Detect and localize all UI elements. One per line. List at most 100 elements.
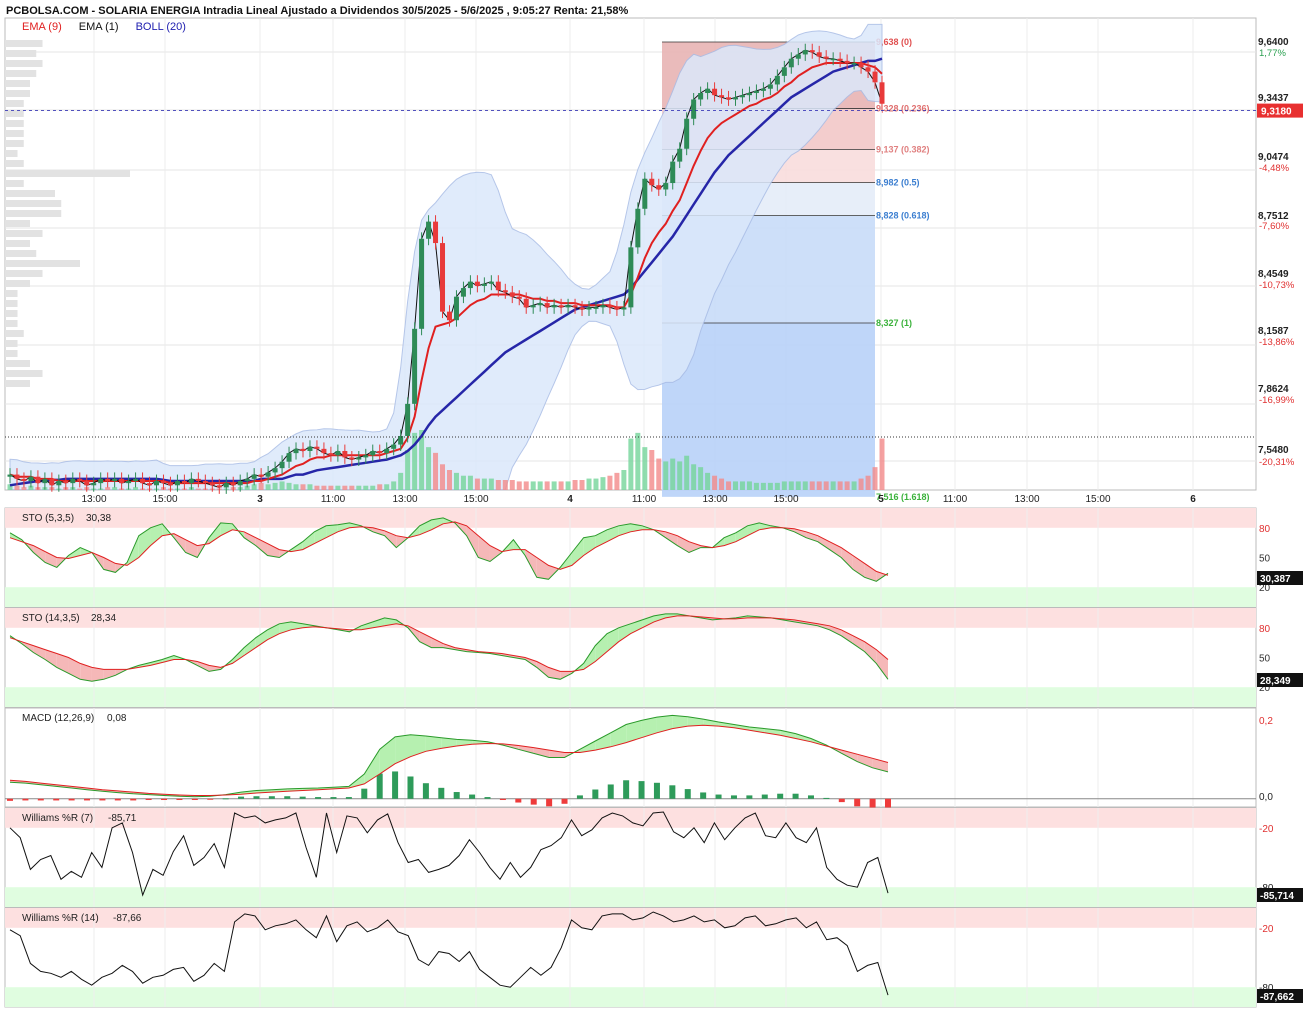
volume-bar xyxy=(440,464,446,490)
candle-body xyxy=(558,305,564,308)
volume-bar xyxy=(746,481,752,490)
macd-histogram-bar xyxy=(700,792,707,799)
chart-title: PCBOLSA.COM - SOLARIA ENERGIA Intradia L… xyxy=(6,5,629,17)
candle-body xyxy=(63,480,69,484)
candle-body xyxy=(467,281,473,289)
candle-body xyxy=(691,99,697,119)
candle-body xyxy=(112,478,118,481)
price-tick-label: 8,4549 xyxy=(1258,269,1289,280)
volume-bar xyxy=(558,481,564,490)
volume-bar xyxy=(712,475,718,490)
macd-histogram-bar xyxy=(469,794,476,799)
macd-histogram-bar xyxy=(37,798,44,801)
volume-profile-bar xyxy=(5,200,62,207)
candle-body xyxy=(21,478,27,481)
candle-body xyxy=(133,478,139,481)
macd-histogram-bar xyxy=(84,798,91,801)
volume-bar xyxy=(307,484,313,490)
time-tick-label: 11:00 xyxy=(943,494,968,505)
macd-histogram-bar xyxy=(238,796,245,799)
candle-body xyxy=(77,478,83,481)
volume-bar xyxy=(488,478,494,490)
macd-histogram-bar xyxy=(653,782,660,799)
candle-body xyxy=(453,296,459,321)
candle-body xyxy=(7,474,13,477)
candle-body xyxy=(781,67,787,76)
candle-body xyxy=(286,453,292,462)
macd-histogram-bar xyxy=(330,797,337,799)
candle-body xyxy=(293,448,299,454)
oversold-zone xyxy=(5,887,1256,907)
macd-histogram-bar xyxy=(823,797,830,799)
macd-histogram-bar xyxy=(422,783,429,799)
volume-bar xyxy=(809,481,815,490)
volume-bar xyxy=(314,485,320,490)
volume-bar xyxy=(670,458,676,490)
candle-body xyxy=(649,178,655,186)
volume-bar xyxy=(426,447,432,490)
volume-bar xyxy=(649,450,655,490)
candle-body xyxy=(202,480,208,484)
candle-body xyxy=(28,476,34,481)
candle-body xyxy=(628,247,634,308)
candle-body xyxy=(684,118,690,149)
volume-bar xyxy=(530,481,536,490)
price-tick-label: 9,6400 xyxy=(1258,37,1289,48)
volume-bar xyxy=(879,438,885,490)
volume-profile-bar xyxy=(5,330,24,337)
volume-bar xyxy=(600,477,606,490)
candle-body xyxy=(586,307,592,310)
macd-histogram-bar xyxy=(761,794,768,799)
oversold-zone xyxy=(5,687,1256,707)
candle-body xyxy=(733,97,739,100)
time-tick-label: 15:00 xyxy=(773,494,798,505)
volume-bar xyxy=(349,485,355,490)
volume-bar xyxy=(495,480,501,490)
candle-body xyxy=(265,472,271,477)
candle-body xyxy=(802,50,808,55)
volume-bar xyxy=(516,481,522,490)
candle-body xyxy=(635,208,641,248)
time-tick-label: 13:00 xyxy=(392,494,417,505)
candle-body xyxy=(440,243,446,312)
volume-bar xyxy=(614,472,620,490)
macd-histogram-bar xyxy=(515,798,522,803)
volume-profile-bar xyxy=(5,70,37,77)
candle-body xyxy=(795,54,801,59)
volume-profile-bar xyxy=(5,100,24,107)
time-tick-label: 11:00 xyxy=(321,494,346,505)
panel-tick: 80 xyxy=(1259,624,1271,635)
panel-title: Williams %R (7) xyxy=(22,813,93,824)
candle-body xyxy=(746,93,752,96)
macd-histogram-bar xyxy=(730,795,737,799)
candle-body xyxy=(523,298,529,308)
candle-body xyxy=(251,474,257,479)
volume-bar xyxy=(453,472,459,490)
volume-bar xyxy=(363,485,369,490)
macd-histogram-bar xyxy=(315,797,322,799)
macd-histogram-bar xyxy=(838,798,845,803)
volume-bar xyxy=(481,478,487,490)
panel-value: -85,71 xyxy=(108,813,137,824)
volume-bar xyxy=(621,470,627,490)
price-tick-label: 7,8624 xyxy=(1258,384,1289,395)
volume-bar xyxy=(321,485,327,490)
panel-title: STO (5,3,5) xyxy=(22,513,74,524)
candle-body xyxy=(279,461,285,469)
candle-body xyxy=(147,483,153,486)
volume-bar xyxy=(195,488,201,490)
macd-histogram-bar xyxy=(638,781,645,799)
candle-body xyxy=(670,161,676,184)
candle-body xyxy=(216,485,222,488)
macd-histogram-bar xyxy=(499,798,506,801)
volume-profile-bar xyxy=(5,360,30,367)
candle-body xyxy=(370,450,376,456)
panel-value: 30,38 xyxy=(86,513,111,524)
volume-profile-bar xyxy=(5,190,55,197)
candle-body xyxy=(91,483,97,486)
last-value-label: 30,387 xyxy=(1260,574,1291,585)
candle-body xyxy=(774,75,780,85)
volume-bar xyxy=(523,481,529,490)
candle-body xyxy=(105,478,111,481)
pct-tick-label: -10,73% xyxy=(1259,280,1295,291)
